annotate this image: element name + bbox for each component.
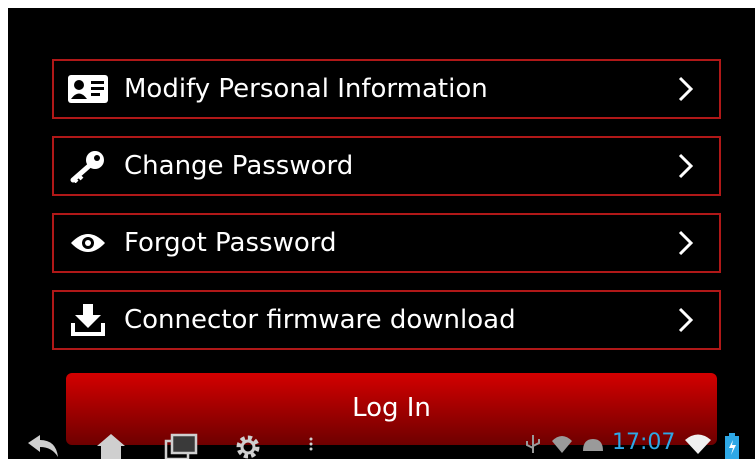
menu-item-label: Change Password [124, 151, 354, 181]
download-icon [68, 302, 108, 338]
wifi-signal-icon [685, 434, 711, 454]
change-password-button[interactable]: Change Password [52, 136, 721, 196]
menu-dots-icon[interactable] [308, 433, 314, 453]
connector-firmware-download-button[interactable]: Connector firmware download [52, 290, 721, 350]
menu-item-label: Modify Personal Information [124, 74, 488, 104]
settings-gear-icon[interactable] [234, 433, 262, 459]
wifi-warning-icon [552, 436, 572, 453]
menu-item-label: Forgot Password [124, 228, 337, 258]
home-icon[interactable] [96, 433, 126, 459]
back-icon[interactable] [26, 433, 60, 457]
app-screen: Modify Personal Information Change Passw… [8, 8, 755, 459]
chevron-right-icon [678, 153, 694, 179]
chevron-right-icon [678, 307, 694, 333]
android-debug-icon [583, 439, 603, 451]
recent-apps-icon[interactable] [164, 433, 198, 459]
usb-icon [526, 435, 540, 453]
key-icon [68, 148, 108, 184]
chevron-right-icon [678, 230, 694, 256]
menu-item-label: Connector firmware download [124, 305, 516, 335]
status-clock: 17:07 [612, 430, 676, 455]
forgot-password-button[interactable]: Forgot Password [52, 213, 721, 273]
modify-personal-information-button[interactable]: Modify Personal Information [52, 59, 721, 119]
battery-icon [725, 433, 739, 459]
id-card-icon [68, 71, 108, 107]
system-navigation-bar: 17:07 [8, 430, 755, 459]
eye-icon [68, 225, 108, 261]
chevron-right-icon [678, 76, 694, 102]
